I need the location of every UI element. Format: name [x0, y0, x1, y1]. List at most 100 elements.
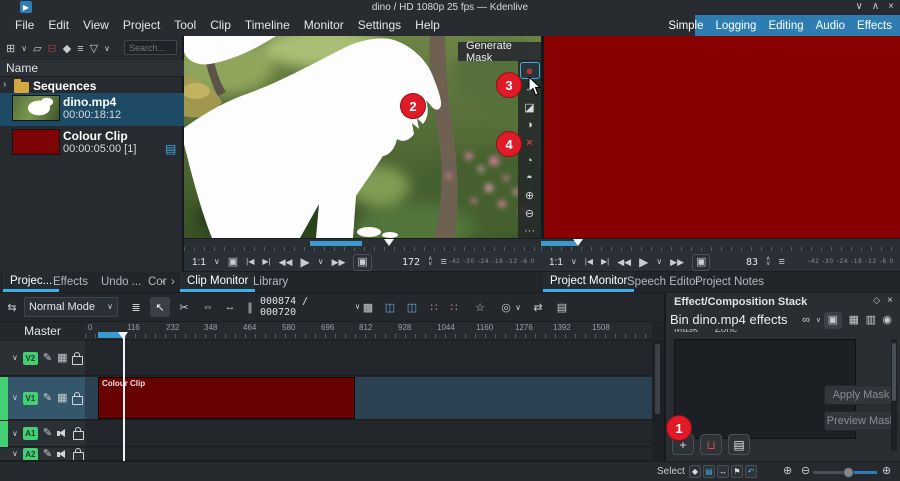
exclude-point-icon[interactable]: ×: [521, 136, 539, 150]
scale-select[interactable]: 1:1: [192, 257, 206, 268]
menu-help[interactable]: Help: [408, 15, 447, 35]
tab-scroll-left-icon[interactable]: ‹: [160, 272, 168, 292]
project-monitor-ruler[interactable]: [541, 238, 900, 252]
spin-down-icon[interactable]: ∨: [766, 262, 770, 267]
search-input[interactable]: [124, 40, 177, 55]
menu-settings[interactable]: Settings: [351, 15, 408, 35]
track-badge[interactable]: V1: [23, 392, 38, 405]
menu-file[interactable]: File: [8, 15, 41, 35]
tag-toggle-icon[interactable]: ◆: [689, 465, 701, 478]
collapse-chevron-icon[interactable]: ∨: [12, 394, 18, 402]
spin-down-icon[interactable]: ∨: [428, 262, 432, 267]
generate-mask-button[interactable]: Generate Mask: [458, 42, 541, 61]
preview-render-icon[interactable]: ↶: [745, 465, 757, 478]
play-dropdown-icon[interactable]: ∨: [656, 258, 662, 266]
timeline-playhead[interactable]: [123, 332, 125, 461]
effect-stack-scrollbar[interactable]: [891, 339, 897, 451]
show-effect-eye-icon[interactable]: ◉: [882, 315, 892, 326]
zone-mode-icon[interactable]: ▣: [353, 254, 371, 271]
collapse-chevron-icon[interactable]: ∨: [12, 354, 18, 362]
tab-clip-monitor[interactable]: Clip Monitor: [180, 272, 255, 292]
save-zone-icon[interactable]: ▤: [703, 465, 715, 478]
delete-mask-button[interactable]: ⊔: [700, 434, 722, 455]
menu-project[interactable]: Project: [116, 15, 167, 35]
play-icon[interactable]: ▶: [300, 256, 309, 268]
selection-tool-icon[interactable]: ↖: [150, 297, 170, 317]
timeline-settings-icon[interactable]: ⇆: [2, 297, 22, 317]
forward-icon[interactable]: ▶▶: [332, 258, 346, 267]
adjust-icon[interactable]: ⇄: [528, 297, 548, 317]
bin-menu-icon[interactable]: ≡: [77, 44, 83, 55]
zone-end-icon[interactable]: ▶|: [262, 258, 270, 266]
save-effect-icon[interactable]: ▦: [849, 315, 859, 326]
menu-clip[interactable]: Clip: [203, 15, 238, 35]
record-dropdown-icon[interactable]: ∨: [512, 297, 524, 317]
lock-icon[interactable]: [72, 396, 83, 405]
timeline-ruler[interactable]: 0 116 232 348 464 580 696 812 928 1044 1…: [85, 322, 652, 340]
flag-icon[interactable]: ⚑: [731, 465, 743, 478]
monitor-position-value[interactable]: 172: [402, 257, 420, 268]
track-lane-v2[interactable]: [85, 341, 652, 376]
rewind-icon[interactable]: ◀◀: [617, 258, 631, 267]
tab-mask[interactable]: Mask: [674, 329, 698, 335]
track-active-indicator[interactable]: [0, 421, 8, 447]
minimize-icon[interactable]: ∨: [856, 1, 863, 12]
project-monitor-display[interactable]: [541, 36, 900, 238]
import-mask-button[interactable]: ▤: [728, 434, 750, 455]
bin-clip-row-colour[interactable]: Colour Clip 00:00:05:00 [1] ▤: [0, 127, 184, 160]
monitor-menu-icon[interactable]: ≡: [778, 257, 784, 268]
favorite-effects-icon[interactable]: ☆: [470, 297, 490, 317]
video-track-icon[interactable]: ▦: [57, 393, 67, 404]
audio-track-speaker-icon[interactable]: [57, 429, 68, 438]
collapse-chevron-icon[interactable]: ∨: [12, 450, 18, 458]
zone-end-icon[interactable]: ▶|: [601, 258, 609, 266]
delete-clip-icon[interactable]: ⊟: [48, 44, 57, 55]
forward-icon[interactable]: ▶▶: [670, 258, 684, 267]
menu-tool[interactable]: Tool: [167, 15, 203, 35]
apply-mask-button[interactable]: Apply Mask: [824, 385, 898, 405]
workspace-audio[interactable]: Audio: [810, 20, 851, 32]
zone-bar[interactable]: [541, 241, 577, 246]
track-lane-a1[interactable]: [85, 421, 652, 447]
float-panel-icon[interactable]: ◇: [873, 296, 880, 305]
zoom-out-icon[interactable]: ⊖: [801, 466, 810, 477]
close-icon[interactable]: ×: [887, 296, 893, 306]
add-clip-dropdown-icon[interactable]: ∨: [21, 45, 27, 53]
monitor-position-value[interactable]: 83: [746, 257, 758, 268]
tab-zone[interactable]: Zone: [715, 329, 738, 335]
audio-track-speaker-icon[interactable]: [57, 450, 68, 459]
track-badge[interactable]: A1: [23, 427, 38, 440]
track-effects-wand-icon[interactable]: ✎: [43, 428, 52, 439]
zoom-in-icon[interactable]: ⊕: [521, 189, 539, 203]
workspace-editing[interactable]: Editing: [762, 20, 809, 32]
zone-start-icon[interactable]: |◀: [585, 258, 593, 266]
maximize-icon[interactable]: ∧: [872, 1, 879, 12]
frame-grab-icon[interactable]: ▣: [228, 257, 238, 268]
zone-bar[interactable]: [310, 241, 362, 246]
chevron-down-icon[interactable]: ∨: [816, 317, 821, 324]
razor-tool-icon[interactable]: ✂: [174, 297, 194, 317]
lift-zone-icon[interactable]: ∷: [444, 297, 464, 317]
lock-icon[interactable]: [72, 356, 83, 365]
pin-effects-icon[interactable]: ∞: [802, 315, 810, 326]
zone-mode-icon[interactable]: ▣: [692, 254, 710, 271]
menu-timeline[interactable]: Timeline: [238, 15, 297, 35]
timeline-zoom-slider[interactable]: [813, 471, 877, 474]
expand-arrow-icon[interactable]: ›: [3, 80, 6, 90]
lock-icon[interactable]: [73, 431, 84, 440]
rewind-icon[interactable]: ◀◀: [279, 258, 293, 267]
clip-monitor-display[interactable]: Generate Mask ● ♦ ◪ ◑ × ◔ ◓ ⊕ ⊖ ···: [184, 36, 541, 238]
timer-forward-icon[interactable]: ◔: [521, 154, 539, 168]
master-track-label[interactable]: Master: [0, 322, 85, 340]
split-tool-icon[interactable]: ∥: [240, 297, 260, 317]
insert-zone-icon[interactable]: ◫: [402, 297, 422, 317]
track-lane-v1[interactable]: Colour Clip: [85, 377, 652, 420]
zoom-slider-handle[interactable]: [843, 467, 854, 478]
playhead-marker[interactable]: [384, 239, 394, 246]
compare-columns-icon[interactable]: ▥: [866, 315, 876, 326]
track-effects-wand-icon[interactable]: ✎: [43, 353, 52, 364]
menu-edit[interactable]: Edit: [41, 15, 76, 35]
tab-library[interactable]: Library: [246, 272, 295, 292]
monitor-menu-icon[interactable]: ≡: [440, 257, 446, 268]
timecode-display[interactable]: 000874 / 000720 ∨: [260, 298, 360, 316]
